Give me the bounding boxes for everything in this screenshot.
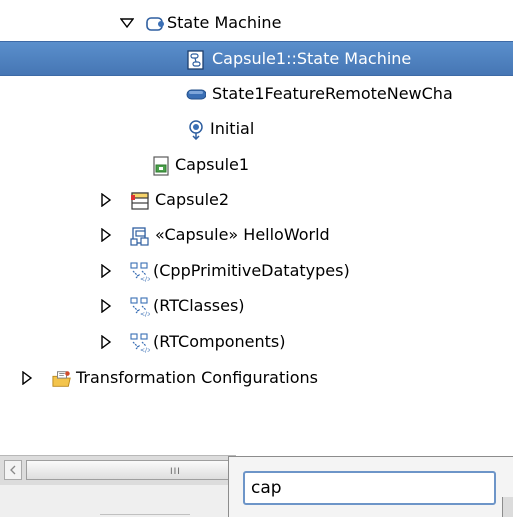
tree-item-label: Initial	[210, 119, 255, 138]
collapsed-twisty-icon[interactable]	[99, 193, 113, 207]
status-strip	[0, 485, 236, 517]
tree-row-state1[interactable]: State1FeatureRemoteNewCha	[0, 77, 513, 112]
divider	[100, 514, 190, 515]
tree-item-label: State1FeatureRemoteNewCha	[212, 84, 453, 103]
filter-popup	[228, 456, 513, 517]
capsule-icon	[130, 227, 149, 246]
capsule-class-icon	[131, 192, 149, 210]
model-explorer-window: State Machine Capsule1::State Machine St…	[0, 0, 513, 517]
horizontal-scrollbar[interactable]: III	[0, 455, 236, 485]
tree-row-helloworld[interactable]: «Capsule» HelloWorld	[0, 218, 513, 253]
scrollbar-thumb[interactable]: III	[26, 460, 234, 480]
tree-row-transformation-configurations[interactable]: Transformation Configurations	[0, 361, 513, 396]
collapsed-twisty-icon[interactable]	[99, 264, 113, 278]
model-library-icon: </>	[130, 333, 150, 353]
tree-row-cppprimitivedatatypes[interactable]: </> (CppPrimitiveDatatypes)	[0, 254, 513, 289]
tree-row-capsule1[interactable]: Capsule1	[0, 148, 513, 183]
collapsed-twisty-icon[interactable]	[99, 335, 113, 349]
collapsed-twisty-icon[interactable]	[20, 371, 34, 385]
capsule-diagram-icon	[153, 156, 169, 176]
svg-text:</>: </>	[140, 276, 150, 282]
svg-text:</>: </>	[140, 311, 150, 317]
tree-item-label: (RTComponents)	[153, 332, 286, 351]
transformation-folder-icon	[52, 371, 71, 387]
tree-item-label: State Machine	[167, 13, 282, 32]
tree-item-label: Capsule1	[175, 155, 250, 174]
collapsed-twisty-icon[interactable]	[99, 299, 113, 313]
tree-item-label: (RTClasses)	[153, 296, 245, 315]
state-machine-diagram-icon	[187, 50, 204, 70]
tree-item-label: Capsule2	[155, 190, 230, 209]
collapsed-twisty-icon[interactable]	[99, 228, 113, 242]
chevron-left-icon	[10, 465, 16, 475]
state-icon	[186, 89, 206, 100]
tree-item-label: Capsule1::State Machine	[212, 49, 412, 68]
state-machine-icon	[146, 17, 164, 31]
tree-row-initial[interactable]: Initial	[0, 112, 513, 147]
scroll-left-button[interactable]	[4, 460, 22, 480]
tree-row-capsule1-state-machine[interactable]: Capsule1::State Machine	[0, 41, 513, 76]
expanded-twisty-icon[interactable]	[120, 16, 134, 30]
popup-resize-edge	[502, 497, 513, 517]
scrollbar-grip: III	[170, 467, 181, 477]
model-library-icon: </>	[130, 297, 150, 317]
tree-row-capsule2[interactable]: Capsule2	[0, 183, 513, 218]
svg-text:</>: </>	[140, 347, 150, 353]
initial-pseudostate-icon	[189, 120, 203, 140]
tree-item-label: Transformation Configurations	[76, 368, 318, 387]
model-library-icon: </>	[130, 262, 150, 282]
tree-row-state-machine[interactable]: State Machine	[0, 6, 513, 41]
tree-row-rtcomponents[interactable]: </> (RTComponents)	[0, 325, 513, 360]
tree-item-label: «Capsule» HelloWorld	[155, 225, 330, 244]
tree-row-rtclasses[interactable]: </> (RTClasses)	[0, 289, 513, 324]
tree-item-label: (CppPrimitiveDatatypes)	[153, 261, 350, 280]
filter-input[interactable]	[243, 471, 496, 505]
